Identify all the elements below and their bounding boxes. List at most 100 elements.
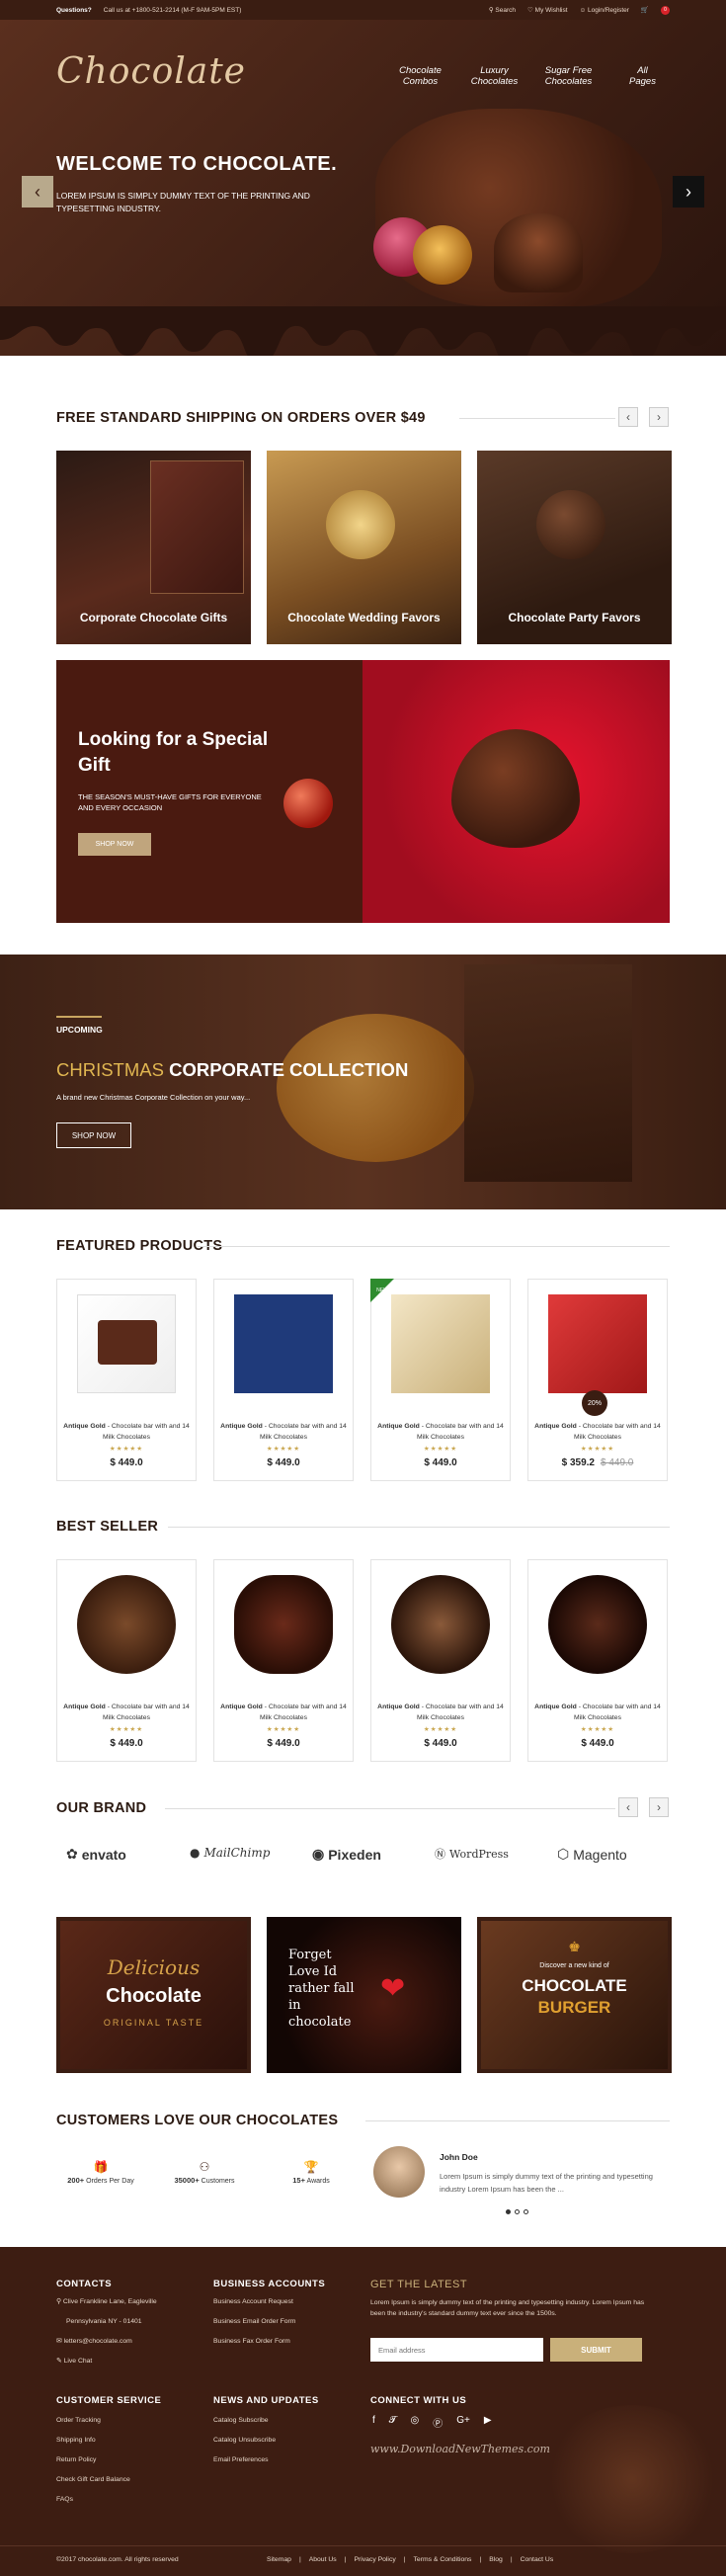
carousel-prev-button[interactable]: ‹ <box>618 407 638 427</box>
category-card-corporate[interactable]: Corporate Chocolate Gifts <box>56 451 251 644</box>
product-card[interactable]: Antique Gold - Chocolate bar with and 14… <box>213 1559 354 1762</box>
twitter-icon[interactable]: 𝓣 <box>389 2415 397 2430</box>
hero-text: LOREM IPSUM IS SIMPLY DUMMY TEXT OF THE … <box>56 191 310 213</box>
newsletter-email-input[interactable] <box>370 2338 543 2362</box>
product-brand: Antique Gold <box>63 1703 106 1710</box>
news-link[interactable]: Catalog Subscribe <box>213 2411 269 2431</box>
service-link[interactable]: Shipping Info <box>56 2431 96 2451</box>
brand-wordpress[interactable]: Ⓝ WordPress <box>435 1846 509 1862</box>
facebook-icon[interactable]: f <box>372 2415 375 2430</box>
product-name: Antique Gold - Chocolate bar with and 14… <box>61 1702 192 1723</box>
top-bar: Questions? Call us at +1800-521-2214 (M-… <box>0 0 726 20</box>
chevron-right-icon: › <box>657 410 661 424</box>
product-brand: Antique Gold <box>377 1423 420 1430</box>
pinterest-icon[interactable]: Ⓟ <box>433 2415 443 2430</box>
product-card[interactable]: 20% Antique Gold - Chocolate bar with an… <box>527 1279 668 1481</box>
users-icon: ⚇ <box>199 2160 210 2174</box>
product-title: - Chocolate bar with and 14 Milk Chocola… <box>260 1423 347 1441</box>
service-link[interactable]: FAQs <box>56 2490 73 2510</box>
brand-pixeden[interactable]: ◉ Pixeden <box>312 1846 381 1863</box>
product-name: Antique Gold - Chocolate bar with and 14… <box>218 1421 349 1443</box>
rating-stars: ★★★★★ <box>580 1726 615 1733</box>
footer-link-terms[interactable]: Terms & Conditions <box>414 2556 472 2563</box>
lemon-image <box>277 1014 474 1162</box>
instagram-icon[interactable]: ◎ <box>410 2415 419 2430</box>
nav-chocolate-combos[interactable]: Chocolate Combos <box>393 65 447 87</box>
brand-prev-button[interactable]: ‹ <box>618 1797 638 1817</box>
nav-all-pages[interactable]: All Pages <box>615 65 670 87</box>
product-card[interactable]: Antique Gold - Chocolate bar with and 14… <box>370 1559 511 1762</box>
address-line-2: Pennsylvania NY - 01401 <box>66 2318 142 2325</box>
product-card[interactable]: Antique Gold - Chocolate bar with and 14… <box>56 1279 197 1481</box>
rating-stars: ★★★★★ <box>266 1726 301 1733</box>
gift-panel: Looking for a Special Gift THE SEASON'S … <box>56 660 363 923</box>
business-link[interactable]: Business Account Request <box>213 2292 293 2312</box>
promo-banner-burger[interactable]: ♚ Discover a new kind of CHOCOLATE BURGE… <box>477 1917 672 2073</box>
youtube-icon[interactable]: ▶ <box>484 2415 492 2430</box>
chat-icon: ✎ <box>56 2358 62 2365</box>
brand-mailchimp[interactable]: ● MailChimp <box>190 1846 270 1860</box>
divider <box>198 1246 670 1247</box>
business-link[interactable]: Business Email Order Form <box>213 2312 295 2332</box>
heart-image <box>363 660 670 923</box>
service-link[interactable]: Order Tracking <box>56 2411 101 2431</box>
service-link[interactable]: Return Policy <box>56 2451 96 2470</box>
news-link[interactable]: Email Preferences <box>213 2451 269 2470</box>
carousel-next-button[interactable]: › <box>649 407 669 427</box>
promo-banner-delicious[interactable]: Delicious Chocolate ORIGINAL TASTE <box>56 1917 251 2073</box>
wishlist-link[interactable]: ♡ My Wishlist <box>527 6 568 14</box>
nav-luxury-chocolates[interactable]: Luxury Chocolates <box>467 65 522 87</box>
product-price: $ 449.0 <box>214 1457 353 1468</box>
category-card-party[interactable]: Chocolate Party Favors <box>477 451 672 644</box>
brand-next-button[interactable]: › <box>649 1797 669 1817</box>
nav-label: Chocolates <box>470 76 519 87</box>
stat-customers: ⚇ 35000+ Customers <box>165 2160 244 2185</box>
footer-link-blog[interactable]: Blog <box>489 2556 503 2563</box>
submit-button[interactable]: SUBMIT <box>550 2338 642 2362</box>
dot[interactable] <box>515 2209 520 2214</box>
footer-link-sitemap[interactable]: Sitemap <box>267 2556 291 2563</box>
footer-link-about[interactable]: About Us <box>309 2556 337 2563</box>
business-link[interactable]: Business Fax Order Form <box>213 2332 290 2352</box>
chevron-right-icon: › <box>686 181 691 202</box>
product-card[interactable]: Antique Gold - Chocolate bar with and 14… <box>56 1559 197 1762</box>
search-link[interactable]: ⚲ Search <box>489 6 516 14</box>
brand-envato[interactable]: ✿ envato <box>66 1846 126 1863</box>
footer-link-contact[interactable]: Contact Us <box>521 2556 554 2563</box>
price-value: $ 449.0 <box>267 1457 300 1468</box>
site-logo[interactable]: Chocolate <box>56 51 246 92</box>
live-chat-link[interactable]: ✎ Live Chat <box>56 2352 92 2371</box>
slider-next-button[interactable]: › <box>673 176 704 208</box>
product-image <box>391 1575 490 1674</box>
cart-icon[interactable]: 🛒 <box>641 6 649 14</box>
product-card[interactable]: NEW Antique Gold - Chocolate bar with an… <box>370 1279 511 1481</box>
banner-text-3: BURGER <box>537 1998 611 2017</box>
email-link[interactable]: ✉ letters@chocolate.com <box>56 2332 132 2352</box>
dot-active[interactable] <box>506 2209 511 2214</box>
footer-link-privacy[interactable]: Privacy Policy <box>354 2556 395 2563</box>
gift-shop-now-button[interactable]: SHOP NOW <box>78 833 151 856</box>
promo-banner-forget-love[interactable]: Forget Love Id rather fall in chocolate … <box>267 1917 461 2073</box>
nav-sugar-free[interactable]: Sugar Free Chocolates <box>541 65 596 87</box>
chocolate-heart <box>451 729 580 848</box>
google-plus-icon[interactable]: G+ <box>456 2415 470 2430</box>
dot[interactable] <box>524 2209 528 2214</box>
slider-prev-button[interactable]: ‹ <box>22 176 53 208</box>
product-image <box>77 1575 176 1674</box>
news-link[interactable]: Catalog Unsubscribe <box>213 2431 276 2451</box>
xmas-shop-now-button[interactable]: SHOP NOW <box>56 1122 131 1148</box>
login-link[interactable]: ☺ Login/Register <box>580 7 629 14</box>
product-card[interactable]: Antique Gold - Chocolate bar with and 14… <box>213 1279 354 1481</box>
product-title: - Chocolate bar with and 14 Milk Chocola… <box>574 1423 661 1441</box>
service-link[interactable]: Check Gift Card Balance <box>56 2470 130 2490</box>
category-card-wedding[interactable]: Chocolate Wedding Favors <box>267 451 461 644</box>
product-title: - Chocolate bar with and 14 Milk Chocola… <box>417 1423 504 1441</box>
gift-box-image <box>150 460 244 594</box>
mail-icon: ✉ <box>56 2338 62 2345</box>
chat-text: Live Chat <box>63 2358 93 2365</box>
brand-magento[interactable]: ⬡ Magento <box>557 1846 627 1863</box>
product-card[interactable]: Antique Gold - Chocolate bar with and 14… <box>527 1559 668 1762</box>
heart-icon: ❤ <box>380 1972 406 2005</box>
rating-stars: ★★★★★ <box>580 1446 615 1453</box>
magento-icon: ⬡ <box>557 1846 570 1862</box>
